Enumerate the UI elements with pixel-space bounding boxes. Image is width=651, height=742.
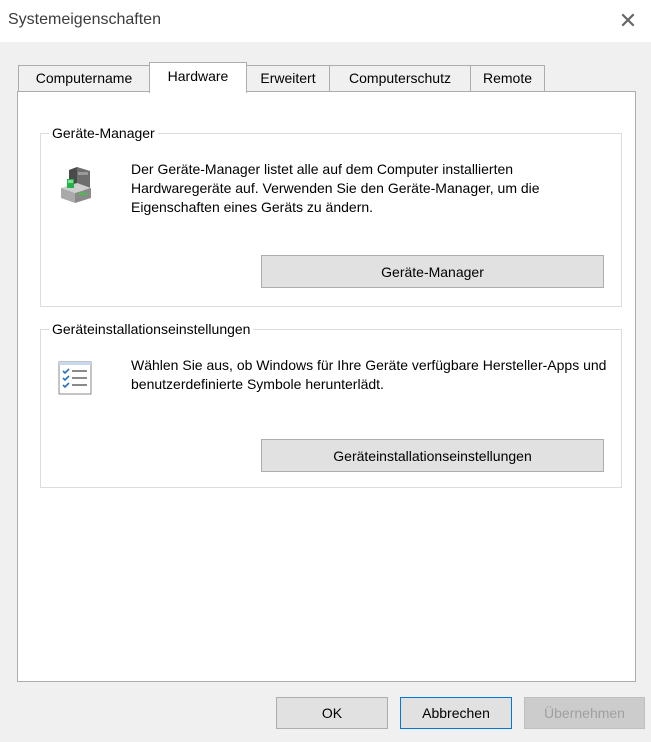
window-title: Systemeigenschaften	[8, 11, 161, 28]
device-manager-description: Der Geräte-Manager listet alle auf dem C…	[131, 161, 540, 215]
apply-button[interactable]: Übernehmen	[524, 697, 645, 729]
tab-remote[interactable]: Remote	[470, 65, 545, 92]
tab-hardware[interactable]: Hardware	[149, 62, 247, 93]
device-manager-button[interactable]: Geräte-Manager	[261, 255, 604, 288]
tab-computerschutz[interactable]: Computerschutz	[329, 65, 471, 92]
close-button[interactable]: ✕	[605, 0, 651, 42]
group-device-manager: Geräte-Manager Der Geräte-Manager listet…	[40, 124, 622, 307]
device-manager-icon	[57, 164, 97, 206]
tab-computername[interactable]: Computername	[18, 65, 150, 92]
close-icon: ✕	[618, 8, 638, 33]
ok-button[interactable]: OK	[276, 697, 388, 729]
device-installation-description: Wählen Sie aus, ob Windows für Ihre Gerä…	[131, 357, 607, 392]
group-device-installation: Geräteinstallationseinstellungen Wählen …	[40, 320, 622, 488]
device-installation-button[interactable]: Geräteinstallationseinstellungen	[261, 439, 604, 472]
group-title-device-installation: Geräteinstallationseinstellungen	[49, 320, 254, 338]
group-title-device-manager: Geräte-Manager	[49, 124, 158, 142]
tab-panel-hardware: Geräte-Manager Der Geräte-Manager listet…	[17, 91, 636, 682]
checklist-icon	[58, 361, 92, 395]
title-bar: Systemeigenschaften ✕	[0, 0, 651, 42]
cancel-button[interactable]: Abbrechen	[400, 697, 512, 729]
tab-erweitert[interactable]: Erweitert	[246, 65, 330, 92]
